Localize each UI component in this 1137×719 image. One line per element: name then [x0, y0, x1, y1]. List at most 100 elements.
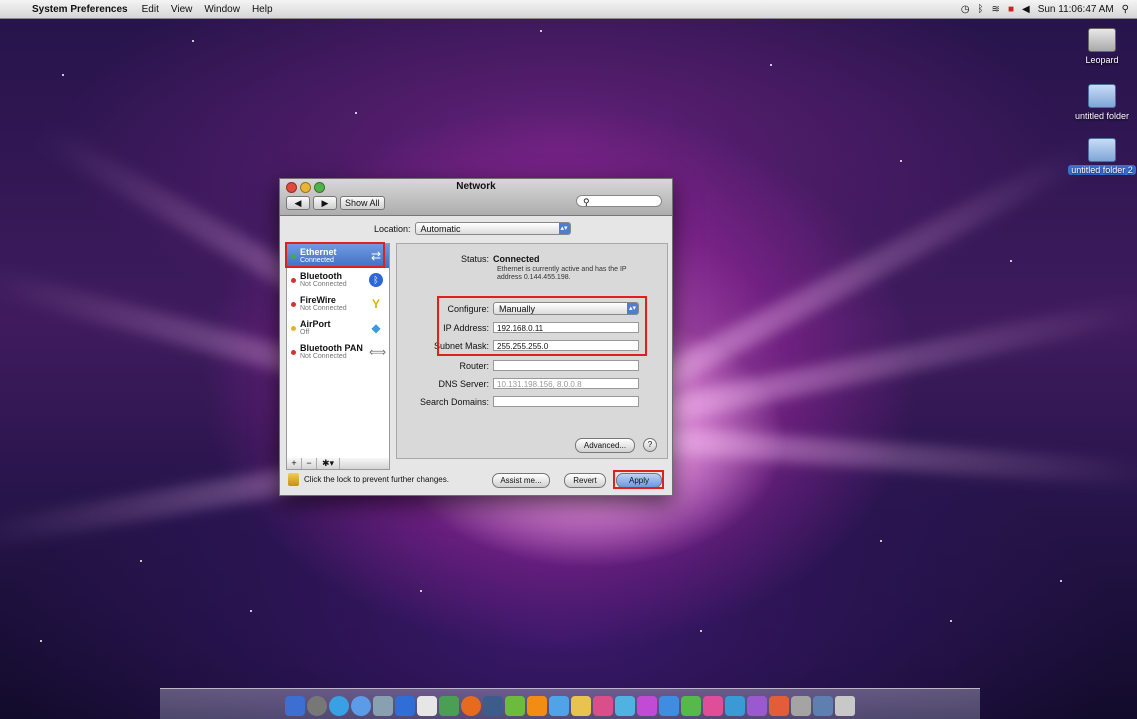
service-firewire[interactable]: FireWire Not Connected Y: [287, 292, 389, 316]
safari-icon[interactable]: [329, 696, 349, 716]
dock: [160, 688, 980, 719]
search-domains-field[interactable]: [493, 396, 639, 407]
firefox-icon[interactable]: [461, 696, 481, 716]
detail-panel: Status: Connected Ethernet is currently …: [396, 243, 668, 459]
show-all-button[interactable]: Show All: [340, 196, 385, 210]
disk-icon: [1088, 28, 1116, 52]
service-list: Ethernet Connected ⇄ Bluetooth Not Conne…: [286, 243, 390, 459]
service-bluetooth[interactable]: Bluetooth Not Connected ᛒ: [287, 268, 389, 292]
bluetooth-status-icon[interactable]: ᛒ: [978, 4, 984, 15]
service-bluetooth-pan[interactable]: Bluetooth PAN Not Connected ⟺: [287, 340, 389, 364]
lock-icon[interactable]: [288, 473, 299, 486]
service-name: Bluetooth PAN: [300, 343, 363, 353]
search-field[interactable]: ⚲: [576, 195, 662, 207]
service-name: AirPort: [300, 319, 331, 329]
app-icon[interactable]: [703, 696, 723, 716]
app-icon[interactable]: [769, 696, 789, 716]
window-title: Network: [456, 181, 496, 192]
terminal-icon[interactable]: [483, 696, 503, 716]
desktop-icon-untitled-folder-2[interactable]: untitled folder 2: [1068, 138, 1136, 175]
airport-icon: ◆: [371, 321, 381, 335]
app-icon[interactable]: [593, 696, 613, 716]
menu-view[interactable]: View: [171, 4, 193, 15]
wifi-status-icon[interactable]: ≋: [992, 4, 1000, 15]
desktop-icon-label: untitled folder: [1074, 111, 1130, 121]
dns-server-field[interactable]: 10.131.198.156, 8.0.0.8: [493, 378, 639, 389]
location-row: Location: Automatic ▴▾: [374, 222, 571, 235]
search-icon: ⚲: [583, 197, 590, 207]
status-dot-icon: [291, 301, 296, 307]
app-icon[interactable]: [615, 696, 635, 716]
trash-icon[interactable]: [835, 696, 855, 716]
router-label: Router:: [459, 360, 489, 371]
service-status: Off: [300, 329, 310, 336]
service-status: Not Connected: [300, 305, 347, 312]
router-field[interactable]: [493, 360, 639, 371]
utility-icon[interactable]: [505, 696, 525, 716]
desktop-icon-label: untitled folder 2: [1068, 165, 1136, 175]
menu-window[interactable]: Window: [204, 4, 240, 15]
assist-me-button[interactable]: Assist me...: [492, 473, 550, 488]
advanced-button[interactable]: Advanced...: [575, 438, 635, 453]
back-button[interactable]: ◀: [286, 196, 310, 210]
service-status: Not Connected: [300, 353, 347, 360]
service-status: Not Connected: [300, 281, 347, 288]
address-book-icon[interactable]: [395, 696, 415, 716]
help-button[interactable]: ?: [643, 438, 657, 452]
search-domains-label: Search Domains:: [419, 396, 489, 407]
location-label: Location:: [374, 223, 411, 234]
bluetooth-pan-icon: ⟺: [369, 345, 387, 359]
location-popup[interactable]: Automatic ▴▾: [414, 222, 571, 235]
app-icon[interactable]: [571, 696, 591, 716]
network-window: Network ◀ ▶ Show All ⚲ Location: Automat…: [279, 178, 673, 496]
app-icon[interactable]: [637, 696, 657, 716]
vlc-icon[interactable]: [527, 696, 547, 716]
remove-service-button[interactable]: −: [302, 458, 317, 469]
spotlight-icon[interactable]: ⚲: [1122, 4, 1129, 15]
menu-edit[interactable]: Edit: [142, 4, 159, 15]
menu-extras: ◷ ᛒ ≋ ■ ◀ Sun 11:06:47 AM ⚲: [961, 4, 1137, 15]
status-label: Status:: [460, 254, 489, 264]
system-preferences-icon[interactable]: [791, 696, 811, 716]
dashboard-icon[interactable]: [307, 696, 327, 716]
popup-arrow-icon: ▴▾: [558, 223, 570, 234]
app-icon[interactable]: [681, 696, 701, 716]
ical-icon[interactable]: [417, 696, 437, 716]
service-list-toolbar: + − ✱▾: [286, 458, 390, 470]
clock[interactable]: Sun 11:06:47 AM: [1038, 4, 1114, 15]
lock-message: Click the lock to prevent further change…: [304, 475, 449, 484]
flag-icon[interactable]: ■: [1008, 4, 1014, 15]
location-value: Automatic: [420, 224, 461, 234]
highlight-apply-box: [613, 470, 664, 489]
service-name: FireWire: [300, 295, 336, 305]
app-icon[interactable]: [725, 696, 745, 716]
volume-icon[interactable]: ◀: [1022, 4, 1030, 15]
time-machine-icon[interactable]: ◷: [961, 4, 970, 15]
status-dot-icon: [291, 277, 296, 283]
window-titlebar[interactable]: Network ◀ ▶ Show All ⚲: [280, 179, 672, 216]
ichat-icon[interactable]: [351, 696, 371, 716]
iphoto-icon[interactable]: [439, 696, 459, 716]
mail-icon[interactable]: [373, 696, 393, 716]
desktop-icon-untitled-folder[interactable]: untitled folder: [1072, 84, 1132, 121]
add-service-button[interactable]: +: [287, 458, 302, 469]
menu-help[interactable]: Help: [252, 4, 273, 15]
menu-app-name[interactable]: System Preferences: [32, 4, 128, 15]
highlight-config-box: [437, 296, 647, 356]
firewire-icon: Y: [371, 297, 380, 311]
desktop-icon-leopard[interactable]: Leopard: [1072, 28, 1132, 65]
downloads-stack-icon[interactable]: [813, 696, 833, 716]
forward-button[interactable]: ▶: [313, 196, 337, 210]
service-name: Bluetooth: [300, 271, 342, 281]
service-airport[interactable]: AirPort Off ◆: [287, 316, 389, 340]
action-menu-button[interactable]: ✱▾: [317, 458, 340, 469]
folder-icon: [1088, 138, 1116, 162]
app-icon[interactable]: [659, 696, 679, 716]
dns-server-label: DNS Server:: [438, 378, 489, 389]
revert-button[interactable]: Revert: [564, 473, 606, 488]
status-value: Connected: [493, 254, 540, 264]
finder-icon[interactable]: [285, 696, 305, 716]
app-icon[interactable]: [747, 696, 767, 716]
app-icon[interactable]: [549, 696, 569, 716]
bluetooth-icon: ᛒ: [369, 273, 383, 287]
